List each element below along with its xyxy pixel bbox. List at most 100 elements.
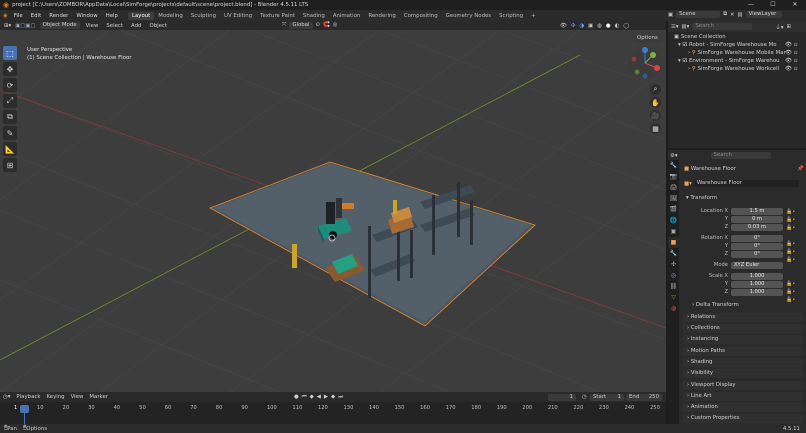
menu-file[interactable]: File [14,13,23,19]
tab-compositing[interactable]: Compositing [400,12,442,20]
tab-modeling[interactable]: Modeling [154,12,187,20]
minimize-button[interactable]: — [740,0,762,10]
play-reverse-icon[interactable]: ◀ [317,394,321,401]
3d-viewport[interactable]: ⬚ ✥ ⟳ ⤢ ⧉ ✎ 📐 ⊞ User Perspective (1) Sce… [0,30,666,392]
visibility-toggle-icon[interactable]: 👁 ▫ [785,58,797,64]
panel-viewport-display[interactable]: › Viewport Display [683,381,803,390]
rotation-mode-dropdown[interactable]: XYZ Euler [731,262,783,269]
play-icon[interactable]: ▶ [324,394,328,401]
scene-selector[interactable]: Scene [676,11,721,18]
object-mode-dropdown[interactable]: Object Mode [39,22,80,29]
next-key-icon[interactable]: ◆ [331,394,335,401]
gizmo-toggle-icon[interactable]: ✣ [571,23,576,29]
panel-collections[interactable]: › Collections [683,324,803,333]
select-box-tool[interactable]: ⬚ [3,46,17,60]
rotation-x-field[interactable]: 0° [731,235,783,242]
outliner-row-environment[interactable]: ▾ ☑ Environment - SimForge Warehou [678,57,790,65]
add-cube-tool[interactable]: ⊞ [3,158,17,172]
outliner-row-mobile-manipulator[interactable]: › ⚲ SimForge Warehouse Mobile Mar [688,49,800,57]
menu-add[interactable]: Add [129,23,143,29]
scale-x-field[interactable]: 1.000 [731,273,783,280]
proportional-edit-icon[interactable]: ◎ [333,22,338,29]
particles-tab-icon[interactable]: ✣ [668,259,679,270]
display-mode-icon[interactable]: ▤▾ [682,24,690,30]
timeline-editor-icon[interactable]: ◷▾ [3,394,10,400]
visibility-icon[interactable]: 👁 [560,23,567,29]
tab-shading[interactable]: Shading [299,12,329,20]
panel-shading[interactable]: › Shading [683,358,803,367]
annotate-tool[interactable]: ✎ [3,126,17,140]
menu-object[interactable]: Object [147,23,169,29]
rotation-z-field[interactable]: 0° [731,251,783,258]
scale-y-field[interactable]: 1.000 [731,281,783,288]
rotation-y-field[interactable]: 0° [731,243,783,250]
new-collection-icon[interactable]: ⊞ [786,24,791,30]
filter-icon[interactable]: ⏚▾ [775,23,783,31]
jump-start-icon[interactable]: ⏮ [302,394,307,401]
tab-sculpting[interactable]: Sculpting [187,12,220,20]
outliner-row-workcell[interactable]: › ⚲ SimForge Warehouse Workcell [688,65,800,73]
menu-render[interactable]: Render [49,13,68,19]
tab-texture-paint[interactable]: Texture Paint [256,12,299,20]
view-layer-selector[interactable]: ViewLayer [745,11,782,18]
panel-custom-properties[interactable]: › Custom Properties [683,414,803,423]
constraints-tab-icon[interactable]: ⛓ [668,281,679,292]
location-y-field[interactable]: 0 m [731,216,783,223]
menu-timeline-view[interactable]: View [71,394,84,400]
zoom-icon[interactable]: ⌕ [650,84,661,95]
visibility-toggle-icon[interactable]: 👁 ▫ [785,50,797,56]
jump-end-icon[interactable]: ⏭ [338,394,343,401]
shading-material-icon[interactable]: ◐ [615,23,620,29]
panel-animation[interactable]: › Animation [683,403,803,412]
menu-help[interactable]: Help [106,13,118,19]
snap-icon[interactable]: 🧲 [323,22,330,29]
panel-instancing[interactable]: › Instancing [683,335,803,344]
data-tab-icon[interactable]: ▽ [668,292,679,303]
shading-rendered-icon[interactable]: ◯ [623,23,629,29]
close-button[interactable]: ✕ [784,0,806,10]
location-z-field[interactable]: 0.03 m [731,224,783,231]
current-frame-field[interactable]: 1 [548,393,576,401]
material-tab-icon[interactable]: ◍ [668,303,679,314]
select-mode-icons[interactable]: ▣▢▣▢ [15,23,35,29]
object-name-field[interactable]: Warehouse Floor [693,180,799,187]
tab-rendering[interactable]: Rendering [364,12,400,20]
outliner-editor-icon[interactable]: ☰▾ [671,24,679,30]
outliner-row-scene-collection[interactable]: ▣ Scene Collection [674,33,786,41]
pivot-icon[interactable]: ⊙ [316,22,321,29]
tab-geometry-nodes[interactable]: Geometry Nodes [442,12,495,20]
blender-menu-icon[interactable]: ◉ [3,13,8,19]
shading-wireframe-icon[interactable]: ◍ [597,23,602,29]
outliner-row-robot[interactable]: ▾ ☑ Robot - SimForge Warehouse Mo [678,41,790,49]
cursor-tool[interactable]: ✥ [3,62,17,76]
object-tab-icon[interactable]: ■ [668,237,679,248]
render-tab-icon[interactable]: 📷 [668,171,679,182]
physics-tab-icon[interactable]: ◎ [668,270,679,281]
view-layer-tab-icon[interactable]: 🖼 [668,193,679,204]
panel-line-art[interactable]: › Line Art [683,392,803,401]
remove-scene-icon[interactable]: ✕ [730,12,735,18]
panel-visibility[interactable]: › Visibility [683,369,803,378]
prev-key-icon[interactable]: ◆ [310,394,314,401]
shading-solid-icon[interactable]: ● [606,23,611,29]
panel-relations[interactable]: › Relations [683,313,803,322]
menu-playback[interactable]: Playback [16,394,40,400]
record-icon[interactable]: ● [294,394,299,401]
frame-ruler[interactable]: 1 10 20 30 40 50 60 70 80 90 100 110 120 130 140 150 160… [14,405,664,413]
menu-view[interactable]: View [84,23,101,29]
navigation-gizmo[interactable] [628,46,662,80]
overlay-toggle-icon[interactable]: ◑ [579,23,584,29]
panel-motion-paths[interactable]: › Motion Paths [683,347,803,356]
camera-view-icon[interactable]: 🎥 [650,110,661,121]
world-tab-icon[interactable]: 🌐 [668,215,679,226]
properties-search-input[interactable]: Search [710,152,771,159]
tab-uv-editing[interactable]: UV Editing [220,12,256,20]
menu-edit[interactable]: Edit [31,13,41,19]
rotate-tool[interactable]: ⟳ [3,78,17,92]
playhead[interactable] [20,405,29,413]
output-tab-icon[interactable]: 🖨 [668,182,679,193]
menu-window[interactable]: Window [76,13,97,19]
pan-hand-icon[interactable]: ✋ [650,97,661,108]
modifier-tab-icon[interactable]: 🔧 [668,248,679,259]
transform-tool[interactable]: ⧉ [3,110,17,124]
